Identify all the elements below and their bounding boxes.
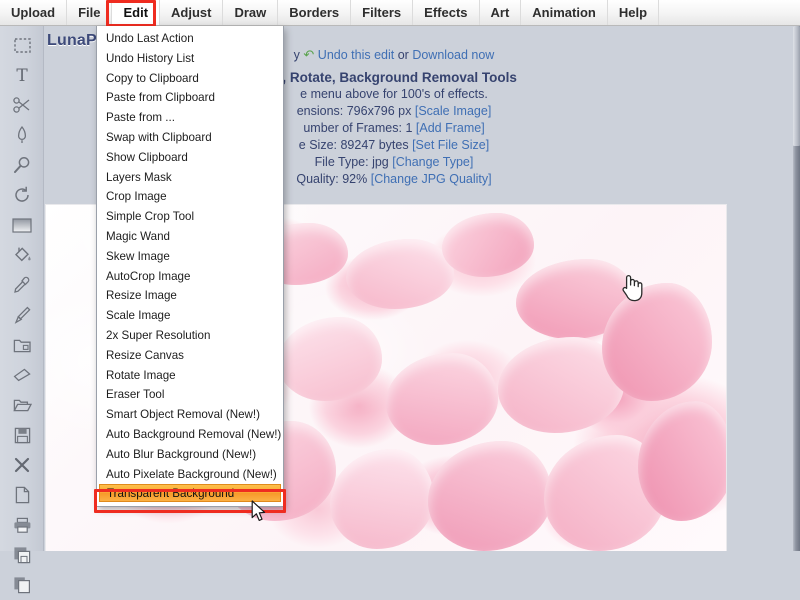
undo-arrow-icon: ↶ (303, 47, 315, 62)
quality-label: Quality: 92% (296, 172, 368, 186)
menu-item-smart-object-removal[interactable]: Smart Object Removal (New!) (97, 405, 283, 425)
menu-draw[interactable]: Draw (223, 0, 279, 25)
scissors-icon[interactable] (0, 90, 44, 120)
menu-item-swap-with-clipboard[interactable]: Swap with Clipboard (97, 128, 283, 148)
menu-filters[interactable]: Filters (351, 0, 414, 25)
edit-menu-highlight-box (106, 0, 156, 27)
menu-upload[interactable]: Upload (0, 0, 68, 25)
menu-item-auto-background-removal[interactable]: Auto Background Removal (New!) (97, 425, 283, 445)
menu-item-autocrop-image[interactable]: AutoCrop Image (97, 267, 283, 287)
dimensions-label: ensions: 796x796 px (296, 104, 412, 118)
scale-image-link[interactable]: [Scale Image] (415, 104, 491, 118)
set-file-size-link[interactable]: [Set File Size] (412, 138, 489, 152)
menu-borders[interactable]: Borders (278, 0, 352, 25)
change-jpg-quality-link[interactable]: [Change JPG Quality] (371, 172, 492, 186)
printer-icon[interactable] (0, 510, 44, 540)
menu-adjust[interactable]: Adjust (160, 0, 224, 25)
open-folder-icon[interactable] (0, 390, 44, 420)
menu-item-crop-image[interactable]: Crop Image (97, 187, 283, 207)
undo-prefix-text: y (293, 48, 300, 62)
left-toolbar: T (0, 26, 44, 594)
menu-item-simple-crop-tool[interactable]: Simple Crop Tool (97, 207, 283, 227)
menu-item-show-clipboard[interactable]: Show Clipboard (97, 148, 283, 168)
menu-item-paste-from[interactable]: Paste from ... (97, 108, 283, 128)
rotate-icon[interactable] (0, 180, 44, 210)
menu-item-rotate-image[interactable]: Rotate Image (97, 366, 283, 386)
menu-item-resize-image[interactable]: Resize Image (97, 286, 283, 306)
menu-item-2x-super-resolution[interactable]: 2x Super Resolution (97, 326, 283, 346)
gradient-icon[interactable] (0, 210, 44, 240)
filetype-label: File Type: jpg (314, 155, 389, 169)
download-now-link[interactable]: Download now (412, 48, 494, 62)
menu-item-scale-image[interactable]: Scale Image (97, 306, 283, 326)
menu-item-magic-wand[interactable]: Magic Wand (97, 227, 283, 247)
menu-item-layers-mask[interactable]: Layers Mask (97, 168, 283, 188)
close-x-icon[interactable] (0, 450, 44, 480)
copy-icon[interactable] (0, 570, 44, 600)
selection-marquee-icon[interactable] (0, 30, 44, 60)
change-type-link[interactable]: [Change Type] (392, 155, 473, 169)
transparent-background-highlight-box (94, 489, 286, 513)
menu-item-auto-blur-background[interactable]: Auto Blur Background (New!) (97, 445, 283, 465)
eraser-icon[interactable] (0, 360, 44, 390)
menu-animation[interactable]: Animation (521, 0, 608, 25)
new-document-icon[interactable] (0, 480, 44, 510)
eyedropper-icon[interactable] (0, 270, 44, 300)
brush-icon[interactable] (0, 300, 44, 330)
scrollbar-thumb[interactable] (793, 26, 800, 146)
menu-item-resize-canvas[interactable]: Resize Canvas (97, 346, 283, 366)
edit-dropdown-menu: Undo Last Action Undo History List Copy … (96, 26, 284, 508)
undo-this-edit-link[interactable]: Undo this edit (318, 48, 394, 62)
menu-item-eraser-tool[interactable]: Eraser Tool (97, 385, 283, 405)
menu-help[interactable]: Help (608, 0, 660, 25)
frames-label: umber of Frames: 1 (303, 121, 413, 135)
vertical-scrollbar[interactable] (793, 26, 800, 551)
paint-bucket-icon[interactable] (0, 240, 44, 270)
save-as-icon[interactable] (0, 540, 44, 570)
menu-item-copy-to-clipboard[interactable]: Copy to Clipboard (97, 69, 283, 89)
filesize-label: e Size: 89247 bytes (298, 138, 409, 152)
menu-bar-filler (659, 0, 800, 25)
menu-item-undo-history-list[interactable]: Undo History List (97, 49, 283, 69)
menu-effects[interactable]: Effects (413, 0, 480, 25)
menu-art[interactable]: Art (480, 0, 522, 25)
pen-icon[interactable] (0, 120, 44, 150)
svg-text:T: T (16, 66, 28, 84)
magnifier-icon[interactable] (0, 150, 44, 180)
menu-item-undo-last-action[interactable]: Undo Last Action (97, 29, 283, 49)
crop-folder-icon[interactable] (0, 330, 44, 360)
menu-item-auto-pixelate-background[interactable]: Auto Pixelate Background (New!) (97, 465, 283, 485)
menu-item-paste-from-clipboard[interactable]: Paste from Clipboard (97, 88, 283, 108)
save-disk-icon[interactable] (0, 420, 44, 450)
menu-item-skew-image[interactable]: Skew Image (97, 247, 283, 267)
text-tool-icon[interactable]: T (0, 60, 44, 90)
or-text: or (397, 48, 409, 62)
add-frame-link[interactable]: [Add Frame] (416, 121, 485, 135)
